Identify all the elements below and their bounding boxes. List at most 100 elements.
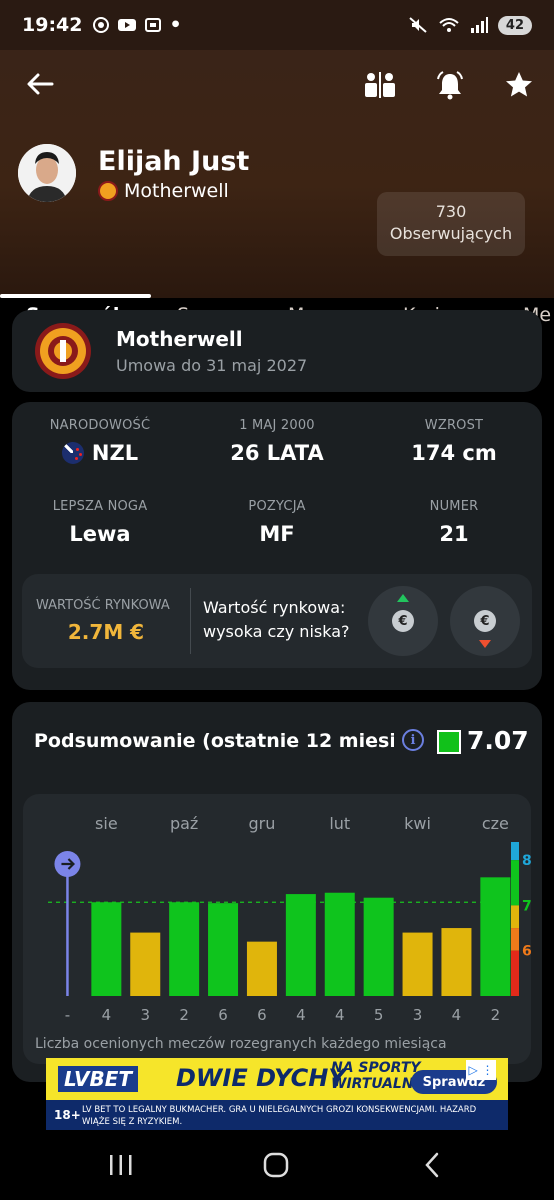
star-icon (506, 72, 532, 97)
app-icon (145, 18, 162, 32)
wifi-icon (439, 18, 459, 32)
rating-bar (480, 877, 511, 996)
top-app-bar (0, 62, 554, 106)
match-count-label: 4 (452, 1006, 462, 1024)
rating-bar (130, 932, 161, 996)
month-label: kwi (404, 814, 431, 833)
match-count-label: 2 (491, 1006, 501, 1024)
player-details-card: NARODOWOŚĆ NZL 1 MAJ 2000 26 LATA WZROST… (12, 402, 542, 690)
system-nav-bar (0, 1130, 554, 1200)
ad-banner[interactable]: LVBET DWIE DYCHY NA SPORTY WIRTUALNE Spr… (46, 1058, 508, 1130)
signal-icon (470, 17, 488, 33)
favorite-button[interactable] (502, 68, 536, 102)
contract-info: Umowa do 31 maj 2027 (116, 356, 308, 375)
player-header: Elijah Just Motherwell 730 Obserwujących… (0, 50, 554, 326)
back-button[interactable] (22, 66, 58, 102)
ad-subheadline: NA SPORTY WIRTUALNE (331, 1060, 424, 1092)
motherwell-crest-icon (35, 323, 91, 379)
target-icon (93, 17, 110, 33)
home-icon (263, 1152, 289, 1178)
birth-date-label: 1 MAJ 2000 (239, 418, 315, 433)
followers-label: Obserwujących (389, 224, 513, 243)
match-count-label: 2 (179, 1006, 189, 1024)
status-dot: • (169, 14, 182, 36)
match-count-label: 3 (140, 1006, 150, 1024)
battery-indicator: 42 (497, 15, 532, 35)
summary-title: Podsumowanie (ostatnie 12 miesię... (34, 730, 394, 752)
rating-bar (169, 902, 200, 996)
match-count-label: 4 (335, 1006, 345, 1024)
market-value: 2.7M € (67, 620, 145, 644)
euro-icon: € (392, 610, 414, 632)
shirt-number-label: NUMER (429, 499, 479, 514)
age-cell: 1 MAJ 2000 26 LATA (189, 418, 365, 465)
ad-logo: LVBET (58, 1066, 139, 1092)
adchoices-icon[interactable]: ▷ ⋮ (466, 1060, 496, 1080)
market-value-label: WARTOŚĆ RYNKOWA (36, 598, 170, 613)
market-value-question: Wartość rynkowa: wysoka czy niska? (203, 598, 350, 641)
shirt-number-value: 21 (439, 522, 469, 546)
rating-bar (324, 892, 355, 996)
club-card[interactable]: Motherwell Umowa do 31 maj 2027 (12, 310, 542, 392)
euro-icon: € (474, 610, 496, 632)
foot-cell: LEPSZA NOGA Lewa (12, 499, 188, 546)
ad-headline: DWIE DYCHY (176, 1064, 346, 1092)
player-name: Elijah Just (98, 146, 250, 177)
rating-bar (285, 894, 316, 996)
info-icon[interactable]: i (402, 729, 424, 751)
age-value: 26 LATA (230, 441, 324, 465)
position-cell: POZYCJA MF (189, 499, 365, 546)
rating-chart-panel: sie paź gru lut kwi cze - 4 3 2 6 6 4 4 5 3 4 2 8 7 6 (23, 794, 532, 1064)
match-count-label: 4 (102, 1006, 112, 1024)
rating-color-indicator (437, 730, 461, 754)
nationality-label: NARODOWOŚĆ (49, 418, 151, 433)
rating-bar (441, 928, 472, 996)
club-name: Motherwell (116, 327, 243, 351)
month-label: sie (95, 814, 118, 833)
average-rating: 7.07 (467, 726, 529, 755)
chart-note: Liczba ocenionych meczów rozegranych każ… (35, 1036, 447, 1052)
number-cell: NUMER 21 (366, 499, 542, 546)
home-button[interactable] (261, 1150, 291, 1180)
match-count-label: 4 (296, 1006, 306, 1024)
recent-apps-button[interactable] (106, 1150, 136, 1180)
player-club[interactable]: Motherwell (98, 180, 229, 202)
back-nav-button[interactable] (417, 1150, 447, 1180)
rating-bar (363, 897, 394, 996)
match-count-label: 5 (374, 1006, 384, 1024)
nationality-cell: NARODOWOŚĆ NZL (12, 418, 188, 465)
rating-bar (246, 941, 277, 996)
mute-icon (409, 17, 427, 33)
notifications-button[interactable] (433, 68, 467, 102)
youtube-icon (118, 19, 137, 31)
month-label: paź (170, 814, 198, 833)
club-badge-icon (98, 181, 118, 201)
match-count-label: 3 (413, 1006, 423, 1024)
rating-scale-segment (511, 860, 519, 906)
rating-bar (91, 902, 122, 996)
position-label: POZYCJA (248, 499, 306, 514)
new-zealand-flag-icon (61, 442, 84, 464)
height-cell: WZROST 174 cm (366, 418, 542, 465)
match-count-label: 6 (218, 1006, 228, 1024)
market-value-panel: WARTOŚĆ RYNKOWA 2.7M € Wartość rynkowa: … (22, 574, 532, 668)
arrow-left-icon (27, 73, 54, 95)
player-club-name: Motherwell (124, 180, 229, 202)
followers-box: 730 Obserwujących (377, 192, 525, 256)
position-value: MF (259, 522, 295, 546)
match-count-label: - (65, 1006, 70, 1024)
month-label: cze (482, 814, 509, 833)
rating-scale-segment (511, 950, 519, 996)
followers-count: 730 (435, 202, 467, 221)
player-photo (18, 144, 76, 202)
rating-scale-segment (511, 905, 519, 929)
active-tab-indicator (0, 294, 151, 298)
rating-scale-segment (511, 842, 519, 861)
status-bar: 19:42 • 42 (0, 0, 554, 50)
rating-bar (208, 903, 239, 996)
compare-button[interactable] (363, 68, 397, 102)
arrow-down-icon (479, 640, 491, 648)
vote-higher-button[interactable]: € (368, 586, 438, 656)
vote-lower-button[interactable]: € (450, 586, 520, 656)
month-label: lut (329, 814, 350, 833)
